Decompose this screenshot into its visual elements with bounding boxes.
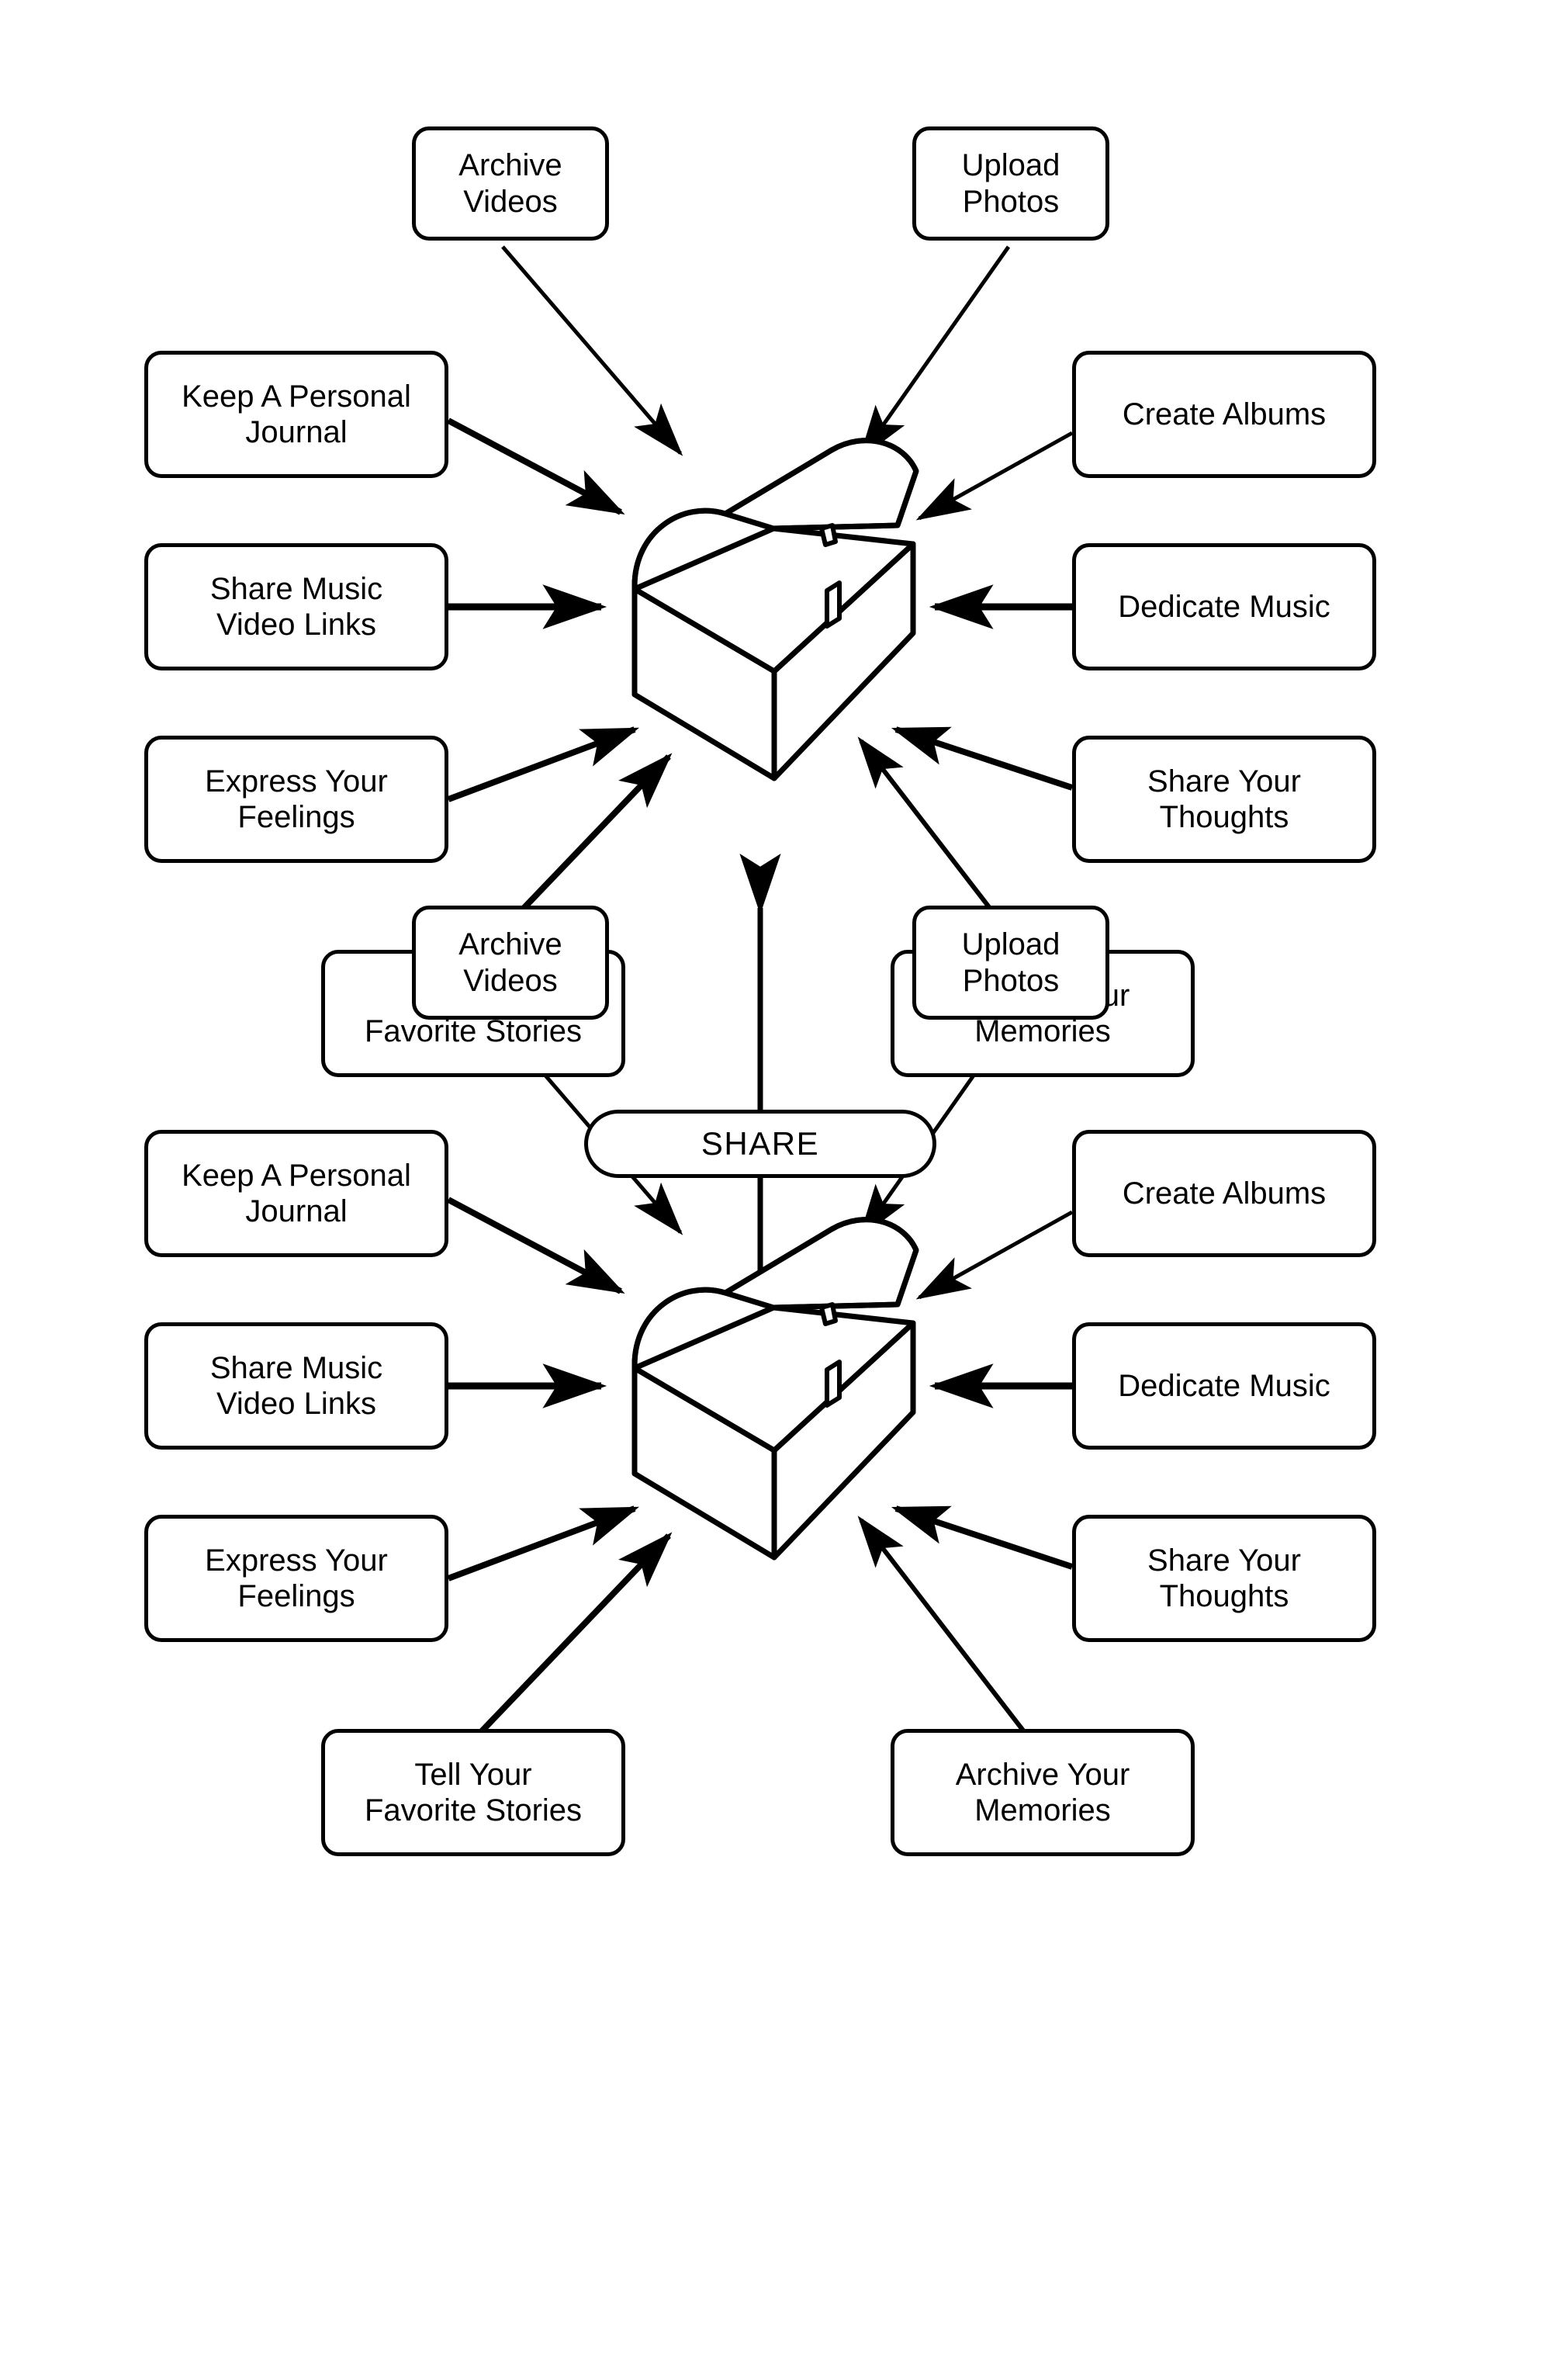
node-dedicate-music[interactable]: Dedicate Music xyxy=(1072,1322,1376,1450)
node-share-your-thoughts[interactable]: Share Your Thoughts xyxy=(1072,736,1376,863)
node-create-albums[interactable]: Create Albums xyxy=(1072,1130,1376,1257)
connector-express-your-feelings xyxy=(447,726,639,802)
diagram-canvas: Archive Videos Upload Photos Keep A Pers… xyxy=(0,0,1543,2380)
connector-express-your-feelings xyxy=(447,1505,639,1581)
node-upload-photos[interactable]: Upload Photos xyxy=(912,126,1109,241)
connector-upload-photos xyxy=(859,245,1011,460)
node-create-albums[interactable]: Create Albums xyxy=(1072,351,1376,478)
node-archive-videos[interactable]: Archive Videos xyxy=(412,906,609,1020)
connector-archive-videos xyxy=(501,245,683,456)
connector-tell-your-favorite-stories xyxy=(477,1532,673,1736)
node-share-your-thoughts[interactable]: Share Your Thoughts xyxy=(1072,1515,1376,1642)
node-tell-your-favorite-stories[interactable]: Tell Your Favorite Stories xyxy=(321,1729,625,1856)
node-keep-a-personal-journal[interactable]: Keep A Personal Journal xyxy=(144,1130,448,1257)
node-express-your-feelings[interactable]: Express Your Feelings xyxy=(144,736,448,863)
node-upload-photos[interactable]: Upload Photos xyxy=(912,906,1109,1020)
node-dedicate-music[interactable]: Dedicate Music xyxy=(1072,543,1376,670)
connector-create-albums xyxy=(915,1210,1074,1300)
node-keep-a-personal-journal[interactable]: Keep A Personal Journal xyxy=(144,351,448,478)
node-archive-videos[interactable]: Archive Videos xyxy=(412,126,609,241)
connector-share-your-thoughts xyxy=(891,1505,1074,1570)
connector-share-your-thoughts xyxy=(891,726,1074,791)
connector-create-albums xyxy=(915,431,1074,521)
node-express-your-feelings[interactable]: Express Your Feelings xyxy=(144,1515,448,1642)
share-label-box[interactable]: SHARE xyxy=(584,1110,936,1178)
node-share-music-video-links[interactable]: Share Music Video Links xyxy=(144,1322,448,1450)
connector-keep-a-personal-journal xyxy=(447,417,625,515)
treasure-chest-icon xyxy=(635,1220,916,1557)
treasure-chest-icon xyxy=(635,441,916,778)
node-archive-your-memories[interactable]: Archive Your Memories xyxy=(891,1729,1195,1856)
node-share-music-video-links[interactable]: Share Music Video Links xyxy=(144,543,448,670)
connector-archive-your-memories xyxy=(857,1516,1028,1735)
connector-keep-a-personal-journal xyxy=(447,1197,625,1294)
